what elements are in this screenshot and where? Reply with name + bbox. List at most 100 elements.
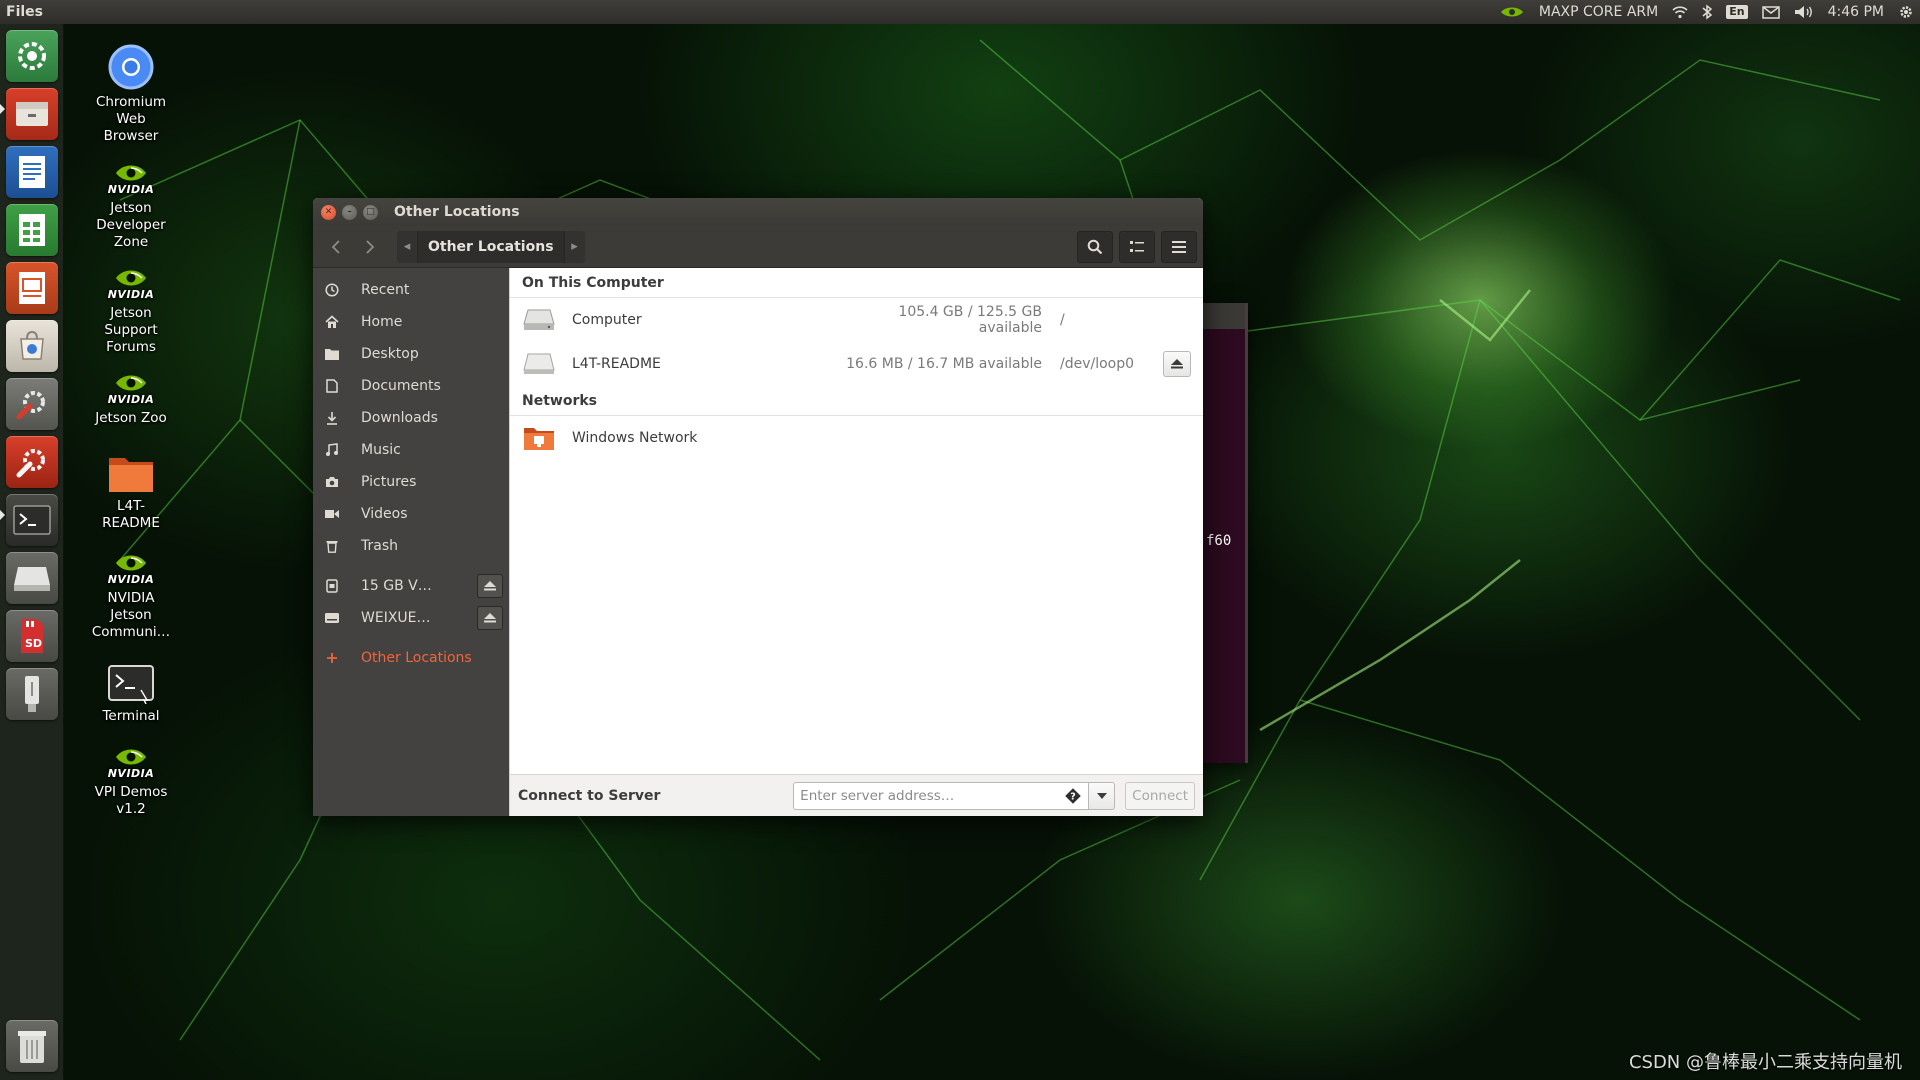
mail-icon[interactable] (1761, 5, 1780, 19)
eject-button[interactable] (477, 606, 503, 630)
path-scroll-right-icon[interactable]: ▸ (565, 239, 585, 254)
location-row-computer[interactable]: Computer 105.4 GB / 125.5 GB available / (510, 298, 1203, 342)
power-mode-label[interactable]: MAXP CORE ARM (1539, 4, 1658, 20)
watermark: CSDN @鲁棒最小二乘支持向量机 (1628, 1052, 1902, 1073)
path-crumb-other-locations[interactable]: Other Locations (417, 230, 565, 263)
nvidia-icon: NVIDIA (108, 267, 155, 301)
section-on-this-computer: On This Computer (510, 268, 1203, 298)
nvidia-wordmark: NVIDIA (107, 288, 155, 301)
server-address-input[interactable] (793, 781, 1090, 810)
running-indicator (0, 510, 5, 520)
eject-button[interactable] (1163, 351, 1191, 377)
sidebar-item-home[interactable]: Home (313, 306, 509, 338)
launcher-terminal[interactable] (6, 494, 58, 546)
sidebar-item-label: Videos (361, 506, 408, 522)
desktop-icon-label: Terminal (102, 708, 160, 724)
software-center-icon (20, 330, 44, 360)
launcher-software-center[interactable] (6, 320, 58, 372)
wifi-icon[interactable] (1672, 5, 1688, 19)
sidebar-device-weixue[interactable]: WEIXUE… (313, 602, 509, 634)
sidebar-item-downloads[interactable]: Downloads (313, 402, 509, 434)
sidebar-item-trash[interactable]: Trash (313, 530, 509, 562)
sidebar-item-label: Music (361, 442, 401, 458)
launcher-writer[interactable] (6, 146, 58, 198)
search-icon (1087, 239, 1103, 254)
app-menu-title[interactable]: Files (6, 4, 43, 20)
nvidia-icon: NVIDIA (108, 372, 155, 406)
list-view-icon (1130, 240, 1144, 252)
view-toggle-button[interactable] (1119, 230, 1155, 263)
keyboard-layout-indicator[interactable]: En (1726, 5, 1748, 19)
eject-icon (1171, 359, 1183, 369)
sidebar-device-15gb-volume[interactable]: 15 GB V… (313, 570, 509, 602)
files-window: ✕ – □ Other Locations ◂ Other Locations … (313, 198, 1203, 816)
desktop-icon-vpi-demos[interactable]: NVIDIA VPI Demos v1.2 (76, 746, 186, 818)
back-button[interactable] (319, 231, 353, 263)
location-name: Windows Network (572, 430, 698, 446)
clock[interactable]: 4:46 PM (1828, 4, 1884, 20)
menu-button[interactable] (1161, 230, 1197, 263)
launcher-usb-drive[interactable] (6, 668, 58, 720)
desktop-icon-label: L4T- (117, 498, 145, 514)
camera-icon (323, 476, 341, 488)
forward-button[interactable] (353, 231, 387, 263)
desktop-icon-jetson-developer-zone[interactable]: NVIDIA Jetson Developer Zone (76, 162, 186, 251)
launcher-drive[interactable] (6, 552, 58, 604)
desktop-icon-chromium[interactable]: Chromium Web Browser (76, 44, 186, 145)
window-title: Other Locations (394, 204, 520, 220)
desktop-icon-label: Zone (113, 234, 149, 250)
nvidia-wordmark: NVIDIA (107, 767, 155, 780)
launcher-impress[interactable] (6, 262, 58, 314)
desktop-icon-jetson-support-forums[interactable]: NVIDIA Jetson Support Forums (76, 267, 186, 356)
sidebar-item-videos[interactable]: Videos (313, 498, 509, 530)
location-row-windows-network[interactable]: Windows Network (510, 416, 1203, 460)
window-maximize-button[interactable]: □ (363, 204, 378, 220)
launcher-sd-card[interactable]: SD (6, 610, 58, 662)
location-mount-path: /dev/loop0 (1060, 356, 1135, 372)
location-mount-path: / (1060, 312, 1065, 328)
eject-icon (484, 613, 496, 623)
window-titlebar[interactable]: ✕ – □ Other Locations (313, 198, 1203, 226)
server-history-dropdown[interactable] (1089, 781, 1116, 810)
folder-icon (323, 348, 341, 360)
chevron-left-icon (331, 239, 340, 254)
launcher-settings-tools[interactable] (6, 378, 58, 430)
desktop-icon-label: Jetson (110, 200, 152, 216)
window-minimize-button[interactable]: – (342, 204, 357, 220)
desktop-icon-jetson-zoo[interactable]: NVIDIA Jetson Zoo (76, 372, 186, 427)
path-scroll-left-icon[interactable]: ◂ (397, 239, 417, 254)
connect-button[interactable]: Connect (1125, 781, 1195, 810)
launcher-file-manager[interactable] (6, 88, 58, 140)
sidebar-item-label: WEIXUE… (361, 610, 431, 626)
sidebar-item-recent[interactable]: Recent (313, 274, 509, 306)
sidebar-item-label: Pictures (361, 474, 417, 490)
document-icon (323, 379, 341, 393)
sidebar-item-pictures[interactable]: Pictures (313, 466, 509, 498)
trash-icon (323, 539, 341, 553)
launcher-trash[interactable] (6, 1020, 58, 1072)
sidebar-item-other-locations[interactable]: Other Locations (313, 642, 509, 674)
help-icon[interactable]: ? (1065, 787, 1081, 808)
nvidia-power-icon[interactable] (1499, 5, 1525, 19)
desktop-icon-terminal[interactable]: Terminal (76, 664, 186, 725)
desktop-icon-jetson-community[interactable]: NVIDIA NVIDIA Jetson Communi… (76, 552, 186, 641)
desktop-icon-l4t-readme[interactable]: L4T- README (76, 452, 186, 532)
sidebar-item-music[interactable]: Music (313, 434, 509, 466)
window-close-button[interactable]: ✕ (321, 204, 336, 220)
volume-icon[interactable] (1794, 5, 1814, 19)
desktop-icon-label: Forums (106, 339, 156, 355)
video-icon (323, 509, 341, 519)
sidebar-item-desktop[interactable]: Desktop (313, 338, 509, 370)
launcher-system-settings[interactable] (6, 30, 58, 82)
session-gear-icon[interactable] (1898, 4, 1914, 20)
location-row-l4t-readme[interactable]: L4T-README 16.6 MB / 16.7 MB available /… (510, 342, 1203, 386)
launcher-update-tools[interactable] (6, 436, 58, 488)
launcher-calc[interactable] (6, 204, 58, 256)
search-button[interactable] (1077, 230, 1113, 263)
svg-text:?: ? (1070, 791, 1076, 802)
chevron-down-icon (1096, 792, 1107, 799)
eject-button[interactable] (477, 574, 503, 598)
bluetooth-icon[interactable] (1702, 4, 1713, 20)
top-panel: Files MAXP CORE ARM En 4:46 PM (0, 0, 1920, 24)
sidebar-item-documents[interactable]: Documents (313, 370, 509, 402)
